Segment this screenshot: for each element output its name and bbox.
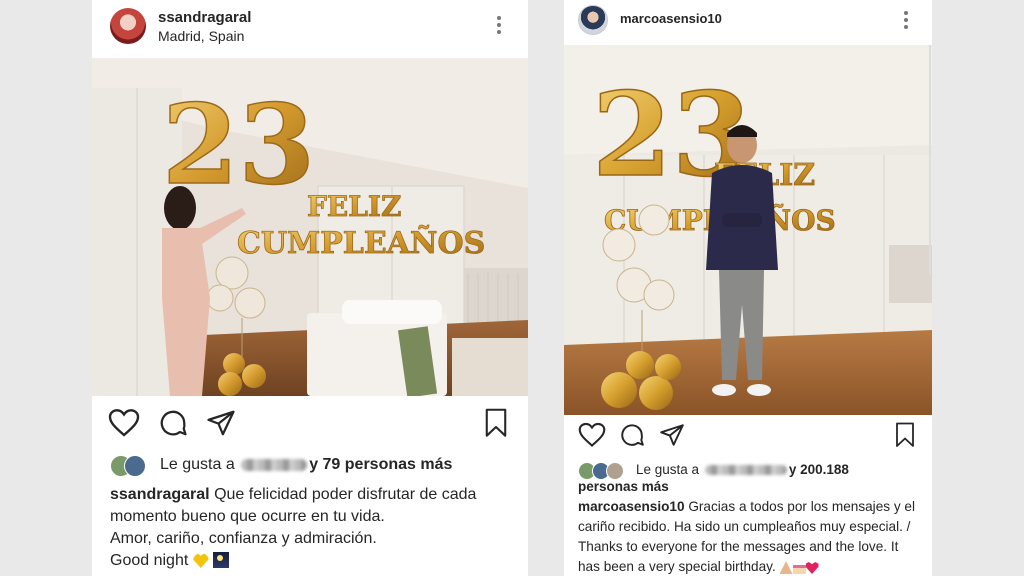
praying-hands-icon <box>779 561 793 574</box>
liker-avatars <box>110 455 150 477</box>
red-heart-icon <box>805 562 819 574</box>
comment-icon[interactable] <box>619 422 645 448</box>
likes-suffix: y 79 personas más <box>309 456 453 474</box>
balloon-text-cumpleanos: CUMPLEAÑOS <box>237 225 485 261</box>
share-icon[interactable] <box>206 408 236 438</box>
post-photo[interactable]: 23 FELIZ CUMPLEAÑOS <box>92 58 528 396</box>
right-post: marcoasensio10 23 FELIZ CUMPLEAÑOS <box>564 0 932 576</box>
bookmark-icon[interactable] <box>484 408 508 438</box>
birthday-cake-icon <box>792 561 806 574</box>
blurred-username <box>704 465 787 476</box>
share-icon[interactable] <box>659 422 685 448</box>
more-options-icon[interactable] <box>497 16 501 37</box>
liker-avatars <box>578 462 628 481</box>
post-caption: ssandragaral Que felicidad poder disfrut… <box>110 484 520 572</box>
left-post: ssandragaral Madrid, Spain 23 FELIZ CUMP… <box>92 0 528 576</box>
more-options-icon[interactable] <box>904 11 908 32</box>
likes-prefix: Le gusta a <box>160 456 235 474</box>
post-header: ssandragaral Madrid, Spain <box>92 0 528 58</box>
likes-summary[interactable]: Le gusta a y 79 personas más <box>110 455 520 477</box>
heart-icon[interactable] <box>108 408 140 438</box>
post-username[interactable]: marcoasensio10 <box>620 11 722 26</box>
profile-avatar[interactable] <box>110 8 146 44</box>
yellow-heart-icon <box>192 553 209 568</box>
likes-summary[interactable]: Le gusta a y 200.188 personas más <box>578 461 878 495</box>
comment-icon[interactable] <box>158 408 188 438</box>
heart-icon[interactable] <box>578 422 606 448</box>
likes-prefix: Le gusta a <box>636 462 700 477</box>
caption-username[interactable]: marcoasensio10 <box>578 499 685 514</box>
post-photo[interactable]: 23 FELIZ CUMPLEAÑOS <box>564 45 932 415</box>
birthday-photo: 23 FELIZ CUMPLEAÑOS <box>92 58 528 396</box>
scrollbar[interactable] <box>929 45 931 275</box>
post-actions <box>564 422 932 456</box>
balloon-text-feliz: FELIZ <box>307 190 401 223</box>
post-location[interactable]: Madrid, Spain <box>158 28 244 44</box>
post-caption: marcoasensio10 Gracias a todos por los m… <box>578 497 923 576</box>
birthday-photo: 23 FELIZ CUMPLEAÑOS <box>564 45 932 415</box>
post-header: marcoasensio10 <box>564 0 932 45</box>
post-username[interactable]: ssandragaral <box>158 9 251 26</box>
night-sky-icon <box>213 552 230 568</box>
caption-line3: Good night <box>110 552 189 569</box>
post-actions <box>92 408 528 442</box>
bookmark-icon[interactable] <box>894 422 916 448</box>
profile-avatar[interactable] <box>578 5 608 35</box>
caption-line2: Amor, cariño, confianza y admiración. <box>110 530 377 547</box>
caption-username[interactable]: ssandragaral <box>110 486 210 503</box>
blurred-username <box>241 459 308 471</box>
